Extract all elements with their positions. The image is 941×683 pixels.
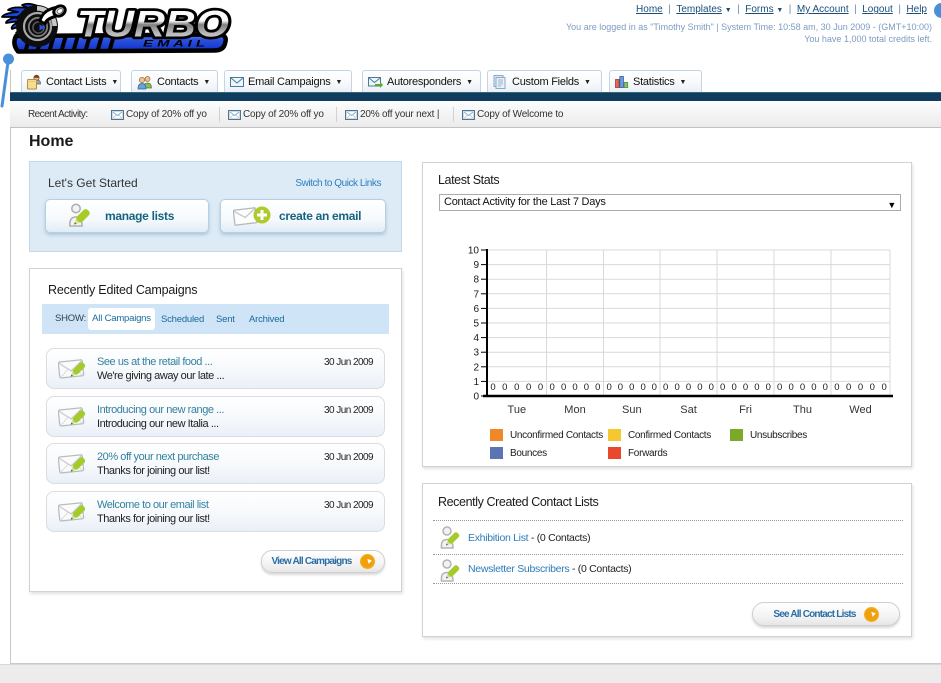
- svg-text:0: 0: [858, 382, 863, 393]
- svg-text:9: 9: [473, 260, 479, 271]
- svg-text:0: 0: [788, 382, 793, 393]
- svg-text:Thu: Thu: [793, 404, 812, 416]
- svg-text:Mon: Mon: [564, 404, 585, 416]
- svg-text:Fri: Fri: [739, 404, 752, 416]
- svg-text:0: 0: [663, 382, 668, 393]
- svg-text:TURBO: TURBO: [77, 4, 229, 45]
- svg-text:8: 8: [473, 275, 479, 286]
- svg-text:0: 0: [550, 382, 555, 393]
- svg-text:Tue: Tue: [508, 404, 527, 416]
- svg-text:0: 0: [686, 382, 691, 393]
- svg-text:0: 0: [572, 382, 577, 393]
- svg-text:0: 0: [640, 382, 645, 393]
- svg-text:0: 0: [811, 382, 816, 393]
- svg-text:0: 0: [720, 382, 725, 393]
- svg-text:0: 0: [652, 382, 657, 393]
- svg-text:0: 0: [800, 382, 805, 393]
- svg-text:0: 0: [490, 382, 495, 393]
- svg-text:3: 3: [473, 348, 479, 359]
- svg-text:0: 0: [526, 382, 531, 393]
- svg-text:0: 0: [881, 382, 886, 393]
- svg-text:0: 0: [584, 382, 589, 393]
- svg-text:0: 0: [514, 382, 519, 393]
- svg-text:0: 0: [502, 382, 507, 393]
- svg-text:0: 0: [607, 382, 612, 393]
- svg-text:0: 0: [473, 392, 479, 403]
- svg-text:0: 0: [618, 382, 623, 393]
- svg-text:0: 0: [754, 382, 759, 393]
- svg-text:10: 10: [468, 246, 480, 257]
- svg-text:0: 0: [846, 382, 851, 393]
- svg-text:5: 5: [473, 319, 479, 330]
- svg-text:0: 0: [538, 382, 543, 393]
- svg-text:0: 0: [629, 382, 634, 393]
- svg-text:0: 0: [697, 382, 702, 393]
- svg-text:2: 2: [473, 362, 479, 373]
- svg-text:Sat: Sat: [680, 404, 697, 416]
- svg-text:Wed: Wed: [849, 404, 871, 416]
- svg-text:0: 0: [870, 382, 875, 393]
- svg-text:0: 0: [561, 382, 566, 393]
- svg-text:0: 0: [674, 382, 679, 393]
- svg-text:Sun: Sun: [622, 404, 642, 416]
- svg-text:7: 7: [473, 289, 479, 300]
- svg-text:4: 4: [473, 333, 479, 344]
- svg-text:1: 1: [473, 377, 479, 388]
- svg-text:0: 0: [709, 382, 714, 393]
- svg-text:6: 6: [473, 304, 479, 315]
- svg-text:0: 0: [731, 382, 736, 393]
- svg-text:0: 0: [834, 382, 839, 393]
- svg-text:0: 0: [595, 382, 600, 393]
- svg-text:0: 0: [766, 382, 771, 393]
- svg-text:0: 0: [823, 382, 828, 393]
- svg-text:0: 0: [743, 382, 748, 393]
- svg-text:0: 0: [777, 382, 782, 393]
